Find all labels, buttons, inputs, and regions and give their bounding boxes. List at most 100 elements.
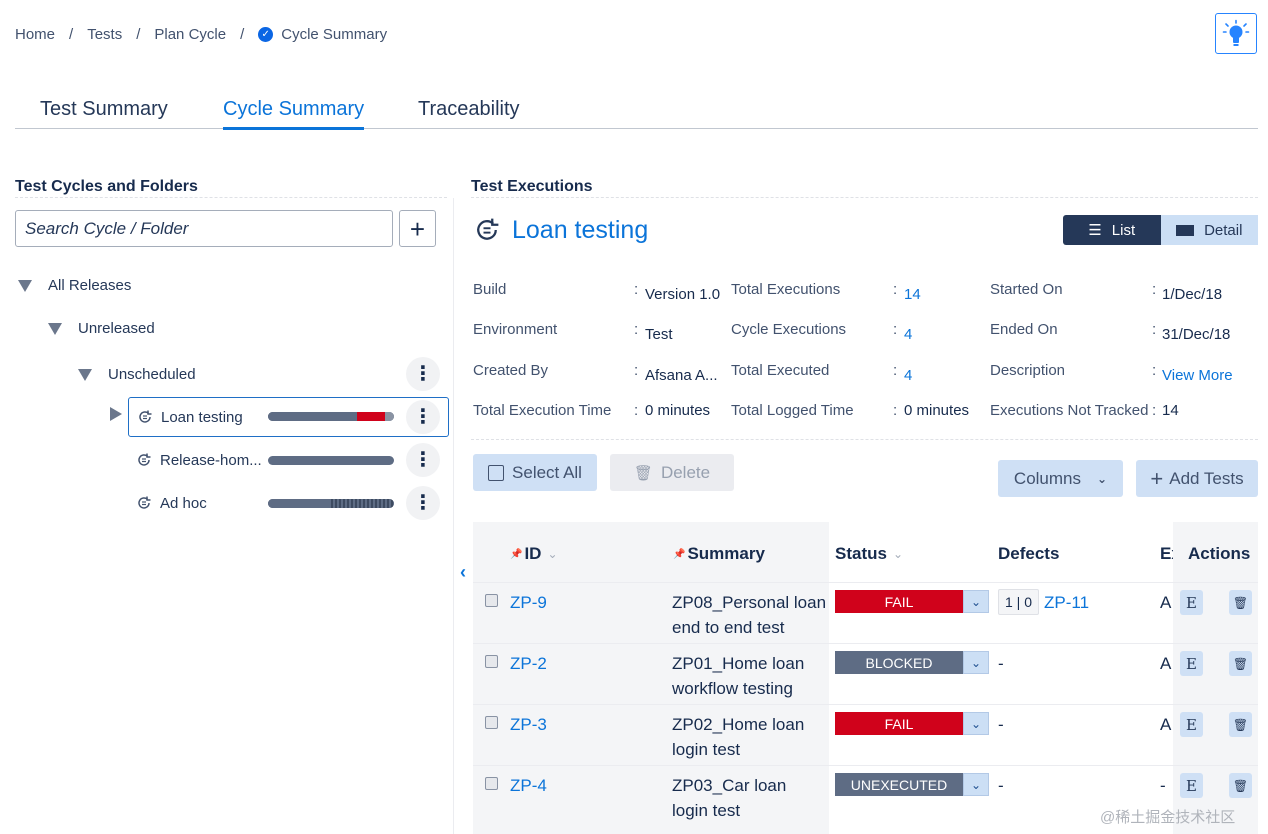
detail-icon [1176, 224, 1195, 236]
execute-button[interactable]: E [1180, 651, 1203, 676]
chevron-down-icon[interactable]: ⌄ [963, 651, 989, 674]
info-label: Cycle Executions [731, 321, 847, 338]
column-header-status[interactable]: Status ⌄ [835, 544, 903, 564]
row-checkbox[interactable] [485, 716, 498, 729]
status-select[interactable]: UNEXECUTED ⌄ [835, 773, 989, 796]
defect-link[interactable]: ZP-11 [1044, 590, 1089, 615]
cycle-label: Ad hoc [160, 494, 207, 512]
collapse-panel-chevron-icon[interactable]: ‹ [460, 562, 466, 583]
column-header-defects[interactable]: Defects [998, 544, 1059, 564]
row-checkbox[interactable] [485, 594, 498, 607]
select-all-button[interactable]: Select All [473, 454, 597, 491]
header-label: ID [524, 544, 542, 563]
execute-button[interactable]: E [1180, 773, 1203, 798]
tree-node-all-releases[interactable]: All Releases [18, 277, 131, 294]
info-colon: : [1152, 362, 1157, 379]
info-label: Environment [473, 321, 558, 338]
tab-traceability[interactable]: Traceability [418, 98, 520, 127]
status-label: BLOCKED [835, 651, 963, 674]
chevron-down-icon[interactable]: ⌄ [963, 590, 989, 613]
executed-by: - [1160, 776, 1166, 795]
pin-icon[interactable]: 📌 [673, 549, 685, 560]
caret-down-icon[interactable] [78, 368, 92, 381]
cycle-more-menu-button[interactable]: ⋮ [406, 443, 440, 477]
caret-right-icon[interactable] [110, 407, 122, 421]
lightbulb-button[interactable] [1215, 13, 1257, 54]
info-value-link[interactable]: 4 [904, 326, 912, 343]
cycle-progress-bar [268, 499, 394, 508]
pin-icon[interactable]: 📌 [510, 549, 522, 560]
info-label: Ended On [990, 321, 1058, 338]
panel-divider[interactable] [453, 198, 454, 834]
status-label: FAIL [835, 712, 963, 735]
test-id-link[interactable]: ZP-3 [510, 712, 547, 737]
sort-chevron-icon[interactable]: ⌄ [893, 547, 903, 561]
add-cycle-button[interactable]: + [399, 210, 436, 247]
chevron-down-icon[interactable]: ⌄ [963, 773, 989, 796]
columns-dropdown-button[interactable]: Columns ⌄ [998, 460, 1123, 497]
sort-chevron-icon[interactable]: ⌄ [547, 547, 557, 561]
search-cycle-input[interactable] [15, 210, 393, 247]
execute-button[interactable]: E [1180, 712, 1203, 737]
status-label: FAIL [835, 590, 963, 613]
header-label: Status [835, 544, 887, 563]
tab-test-summary[interactable]: Test Summary [40, 98, 168, 127]
summary-line-1: ZP02_Home loan [672, 715, 805, 734]
checkbox-icon [488, 464, 505, 481]
summary-line-2: login test [672, 740, 741, 759]
caret-down-icon[interactable] [18, 279, 32, 292]
tree-node-unscheduled[interactable]: Unscheduled [78, 366, 196, 383]
chevron-down-icon[interactable]: ⌄ [963, 712, 989, 735]
trash-icon[interactable]: 🗑 [1229, 712, 1252, 737]
unscheduled-more-menu-button[interactable]: ⋮ [406, 357, 440, 391]
info-colon: : [893, 362, 898, 379]
status-select[interactable]: FAIL ⌄ [835, 712, 989, 735]
caret-down-icon[interactable] [48, 322, 62, 335]
column-header-id[interactable]: 📌 ID ⌄ [510, 544, 558, 564]
info-label: Build [473, 281, 507, 298]
trash-icon: 🗑 [633, 464, 653, 482]
trash-icon[interactable]: 🗑 [1229, 590, 1252, 615]
row-divider [473, 643, 1258, 644]
columns-label: Columns [1013, 468, 1082, 488]
trash-icon[interactable]: 🗑 [1229, 773, 1252, 798]
executed-by: A [1160, 654, 1172, 673]
info-colon: : [634, 402, 639, 419]
row-checkbox[interactable] [485, 655, 498, 668]
status-select[interactable]: BLOCKED ⌄ [835, 651, 989, 674]
progress-blocked [331, 499, 394, 508]
progress-unexecuted [268, 499, 331, 508]
cycle-more-menu-button[interactable]: ⋮ [406, 486, 440, 520]
tree-node-unreleased[interactable]: Unreleased [48, 320, 155, 337]
add-tests-button[interactable]: + Add Tests [1136, 460, 1258, 497]
cycle-more-menu-button[interactable]: ⋮ [406, 400, 440, 434]
summary-line-1: ZP08_Personal loan [672, 593, 827, 612]
cycle-label: Loan testing [161, 408, 243, 426]
test-id-link[interactable]: ZP-9 [510, 590, 547, 615]
info-value-link[interactable]: View More [1162, 367, 1233, 384]
defect-empty: - [998, 776, 1004, 795]
breadcrumb-home[interactable]: Home [15, 26, 55, 43]
delete-button[interactable]: 🗑 Delete [610, 454, 734, 491]
execute-button[interactable]: E [1180, 590, 1203, 615]
breadcrumb-tests[interactable]: Tests [87, 26, 122, 43]
info-value-link[interactable]: 14 [904, 286, 921, 303]
tab-cycle-summary[interactable]: Cycle Summary [223, 98, 365, 130]
info-value-link[interactable]: 4 [904, 367, 912, 384]
trash-icon[interactable]: 🗑 [1229, 651, 1252, 676]
status-select[interactable]: FAIL ⌄ [835, 590, 989, 613]
column-header-ex[interactable]: Ex [1160, 544, 1173, 564]
status-label: UNEXECUTED [835, 773, 963, 796]
column-header-summary[interactable]: 📌 Summary [673, 544, 765, 564]
breadcrumb-plan-cycle[interactable]: Plan Cycle [154, 26, 226, 43]
test-id-link[interactable]: ZP-2 [510, 651, 547, 676]
row-checkbox[interactable] [485, 777, 498, 790]
summary-line-2: end to end test [672, 618, 785, 637]
select-all-label: Select All [512, 462, 582, 482]
info-colon: : [893, 402, 898, 419]
test-id-link[interactable]: ZP-4 [510, 773, 547, 798]
detail-view-button[interactable]: Detail [1160, 215, 1258, 245]
list-view-button[interactable]: ☰ List [1063, 215, 1161, 245]
row-divider [473, 765, 1258, 766]
cycle-label: Release-hom... [160, 451, 262, 469]
